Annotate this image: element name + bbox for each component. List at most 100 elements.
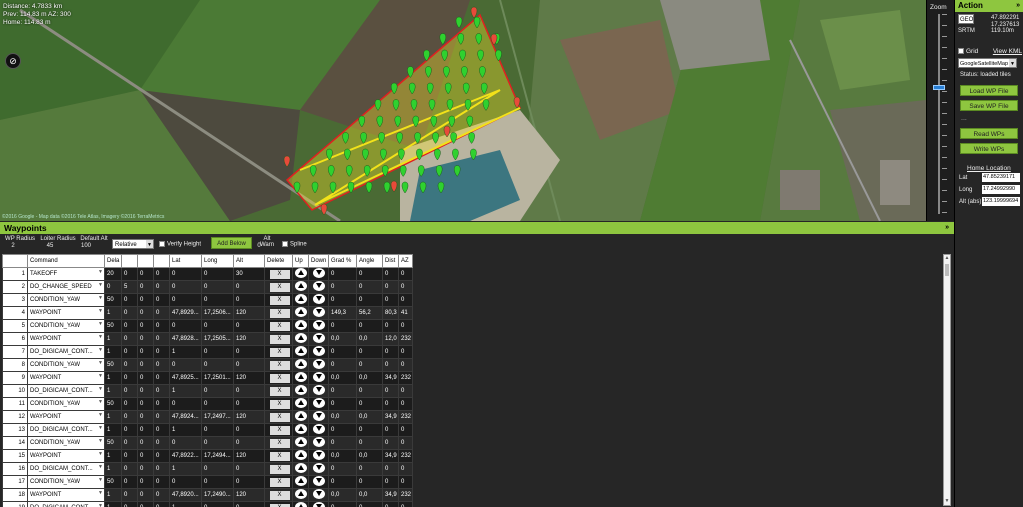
table-cell[interactable]: 0 [153,397,170,411]
alt-mode-select[interactable]: Relative ▼ [112,239,154,249]
zoom-slider-track[interactable] [938,14,940,214]
arrow-up-icon[interactable] [294,372,307,382]
column-header[interactable] [121,254,138,268]
table-cell[interactable]: 120 [233,306,265,320]
command-select[interactable]: DO_DIGICAM_CONT... ▼ [27,345,105,359]
table-cell[interactable]: 50 [104,319,122,333]
verify-height-checkbox[interactable] [159,241,165,247]
table-cell[interactable]: 47,8925... [169,371,202,385]
arrow-up-icon[interactable] [294,307,307,317]
scroll-down-icon[interactable]: ▼ [944,498,950,505]
delete-button[interactable]: X [269,412,290,422]
table-cell[interactable]: 120 [233,488,265,502]
table-cell[interactable]: 120 [233,410,265,424]
delete-button[interactable]: X [269,464,290,474]
table-cell[interactable]: 0 [382,319,399,333]
table-cell[interactable]: 0 [201,319,234,333]
arrow-up-icon[interactable] [294,346,307,356]
table-cell[interactable]: 0 [233,501,265,507]
column-header[interactable]: Lat [169,254,202,268]
arrow-up-icon[interactable] [294,437,307,447]
table-cell[interactable]: 34,9 [382,449,399,463]
command-select[interactable]: CONDITION_YAW ▼ [27,319,105,333]
table-cell[interactable]: 0 [153,501,170,507]
table-cell[interactable]: 80,3 [382,306,399,320]
move-up-cell[interactable] [292,332,309,346]
move-up-cell[interactable] [292,319,309,333]
table-cell[interactable]: 1 [104,488,122,502]
table-cell[interactable]: 0 [398,501,413,507]
column-header[interactable]: Delete [264,254,293,268]
command-select[interactable]: DO_DIGICAM_CONT... ▼ [27,384,105,398]
table-cell[interactable]: 0 [398,436,413,450]
alt-warn-field[interactable]: 0 [256,243,262,249]
column-header[interactable] [2,254,28,268]
table-cell[interactable]: 120 [233,332,265,346]
table-row[interactable]: 11 CONDITION_YAW ▼ 50 0 0 0 0 0 0 X 0 0 0 0 [2,397,413,411]
table-cell[interactable]: 1 [169,384,202,398]
table-cell[interactable]: 0 [201,280,234,294]
arrow-down-icon[interactable] [312,385,325,395]
table-cell[interactable]: 30 [233,267,265,281]
move-up-cell[interactable] [292,397,309,411]
table-cell[interactable]: 0 [137,293,154,307]
table-row[interactable]: 16 DO_DIGICAM_CONT... ▼ 1 0 0 0 1 0 0 X 0 0 0 0 [2,462,413,476]
wp-radius-field[interactable]: 2 [4,243,22,249]
table-cell[interactable]: 0 [382,358,399,372]
table-cell[interactable]: 0 [153,306,170,320]
table-cell[interactable]: 0 [398,423,413,437]
delete-button[interactable]: X [269,347,290,357]
table-cell[interactable]: 0 [121,371,138,385]
table-cell[interactable]: 0 [169,280,202,294]
table-cell[interactable]: 232 [398,332,413,346]
table-cell[interactable]: 0,0 [356,410,383,424]
table-cell[interactable]: 0 [121,423,138,437]
move-up-cell[interactable] [292,501,309,507]
move-down-cell[interactable] [308,371,329,385]
grid-checkbox[interactable] [958,48,964,55]
move-up-cell[interactable] [292,371,309,385]
table-cell[interactable]: 0 [121,488,138,502]
command-select[interactable]: DO_DIGICAM_CONT... ▼ [27,423,105,437]
waypoints-header[interactable]: Waypoints » [0,222,954,234]
delete-cell[interactable]: X [264,462,293,476]
table-row[interactable]: 6 WAYPOINT ▼ 1 0 0 0 47,8928... 17,2505... 120 X 0,… [2,332,413,346]
move-down-cell[interactable] [308,267,329,281]
table-cell[interactable]: 0 [201,475,234,489]
arrow-down-icon[interactable] [312,476,325,486]
delete-button[interactable]: X [269,425,290,435]
coord-type-select[interactable]: GEO [958,14,974,24]
delete-cell[interactable]: X [264,475,293,489]
move-down-cell[interactable] [308,306,329,320]
table-cell[interactable]: 0 [153,488,170,502]
table-cell[interactable]: 0 [328,293,357,307]
delete-cell[interactable]: X [264,358,293,372]
table-cell[interactable]: 50 [104,358,122,372]
table-cell[interactable]: 0 [201,384,234,398]
table-cell[interactable]: 0 [121,293,138,307]
command-select[interactable]: DO_CHANGE_SPEED ▼ [27,280,105,294]
move-down-cell[interactable] [308,488,329,502]
move-up-cell[interactable] [292,280,309,294]
load-wp-file-button[interactable]: Load WP File [960,85,1018,96]
table-cell[interactable]: 1 [169,423,202,437]
table-cell[interactable]: 1 [104,423,122,437]
move-down-cell[interactable] [308,397,329,411]
table-cell[interactable]: 0 [328,267,357,281]
delete-button[interactable]: X [269,282,290,292]
delete-button[interactable]: X [269,308,290,318]
table-cell[interactable]: 0 [153,319,170,333]
table-row[interactable]: 2 DO_CHANGE_SPEED ▼ 0 5 0 0 0 0 0 X 0 0 0 0 [2,280,413,294]
arrow-down-icon[interactable] [312,294,325,304]
table-cell[interactable]: 0 [382,267,399,281]
table-cell[interactable]: 0 [201,345,234,359]
table-cell[interactable]: 0 [201,267,234,281]
table-cell[interactable]: 0 [201,501,234,507]
move-down-cell[interactable] [308,501,329,507]
table-row[interactable]: 7 DO_DIGICAM_CONT... ▼ 1 0 0 0 1 0 0 X 0 0 0 0 [2,345,413,359]
table-cell[interactable]: 0 [356,384,383,398]
table-cell[interactable]: 0 [153,475,170,489]
arrow-up-icon[interactable] [294,385,307,395]
table-cell[interactable]: 1 [104,384,122,398]
table-cell[interactable]: 1 [104,345,122,359]
